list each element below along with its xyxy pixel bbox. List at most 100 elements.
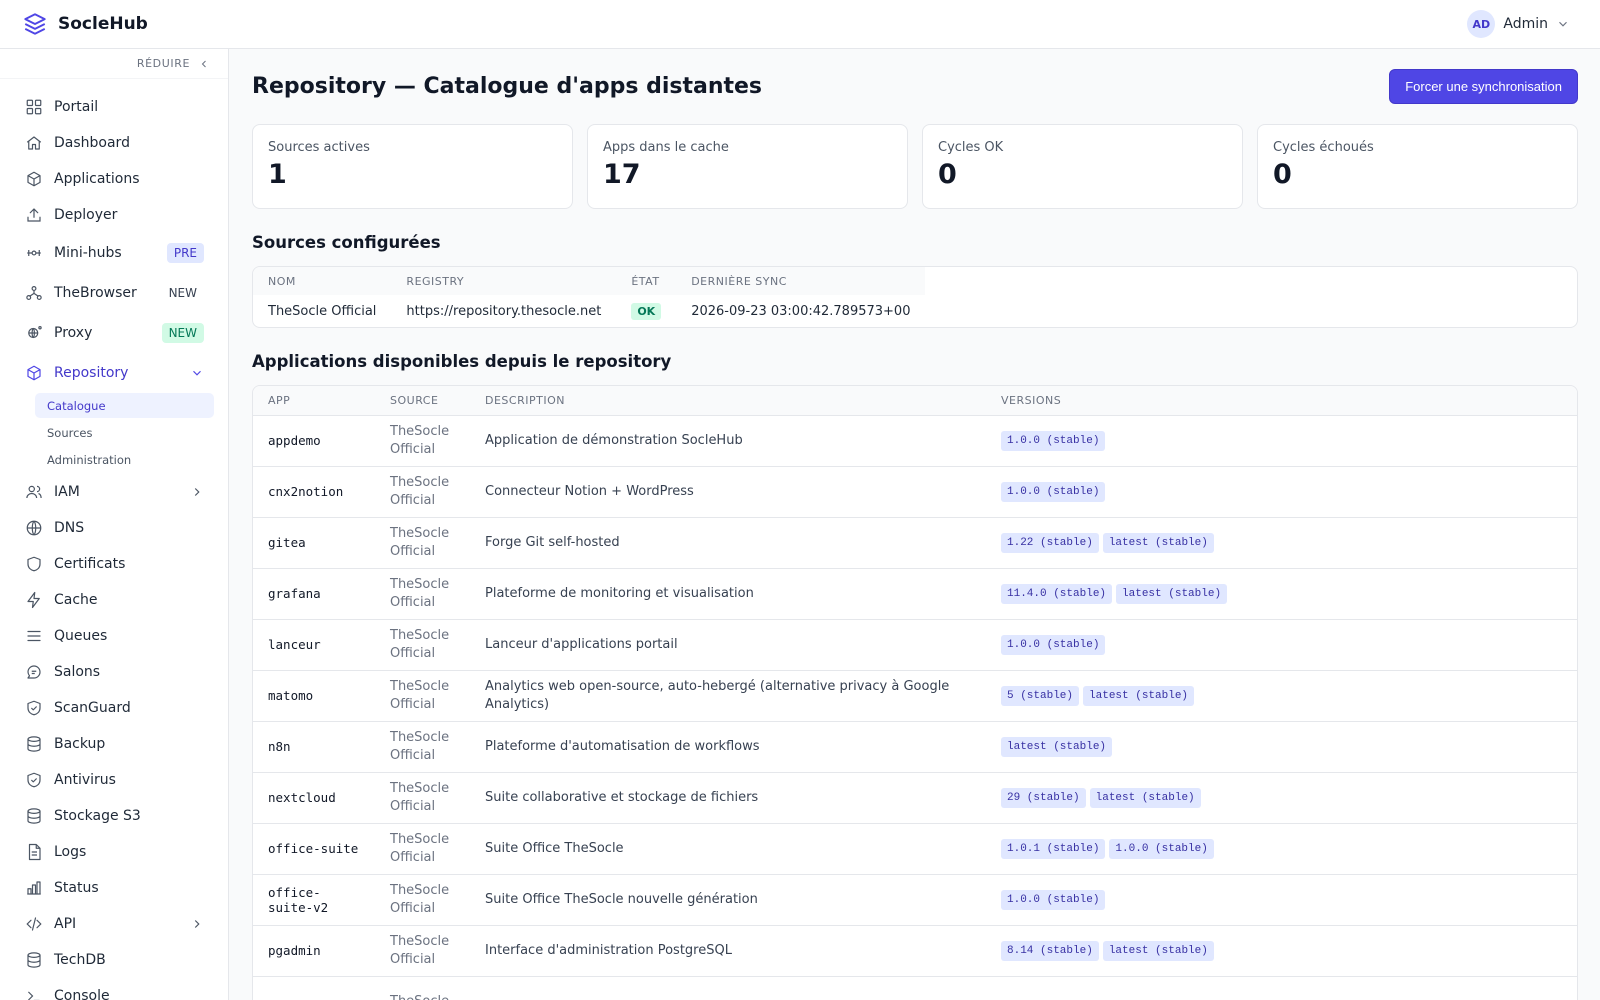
sidebar-item-label: Certificats <box>54 556 126 572</box>
sidebar-item-label: Cache <box>54 592 98 608</box>
table-row[interactable]: nextcloud TheSocle Official Suite collabora… <box>253 772 1577 824</box>
column-header: DERNIÈRE SYNC <box>676 267 926 295</box>
chevron-left-icon <box>198 58 210 70</box>
version-tag: 29 (stable) <box>1001 787 1086 808</box>
version-tag: 1.0.0 (stable) <box>1001 430 1106 451</box>
sidebar-item-console[interactable]: Console <box>0 978 228 1000</box>
force-sync-button[interactable]: Forcer une synchronisation <box>1389 69 1578 104</box>
bar-chart-icon <box>25 879 43 897</box>
sidebar-item-logs[interactable]: Logs <box>0 834 228 870</box>
lightning-icon <box>25 591 43 609</box>
new-badge: NEW <box>168 286 197 300</box>
app-description: Plateforme de monitoring et visualisatio… <box>470 568 986 620</box>
app-versions <box>986 976 1577 1000</box>
sources-section-title: Sources configurées <box>252 233 441 252</box>
sidebar-item-label: API <box>54 916 77 932</box>
app-versions: 29 (stable) latest (stable) <box>986 772 1577 824</box>
app-versions: 8.14 (stable) latest (stable) <box>986 925 1577 977</box>
app-versions: 1.22 (stable) latest (stable) <box>986 517 1577 569</box>
sidebar-item-proxy[interactable]: Proxy NEW <box>0 313 228 353</box>
shield-check-icon <box>25 771 43 789</box>
collapse-sidebar-button[interactable]: RÉDUIRE <box>0 49 228 79</box>
sidebar-item-portail[interactable]: Portail <box>0 89 228 125</box>
sidebar-item-backup[interactable]: Backup <box>0 726 228 762</box>
apps-table-card: APP SOURCE DESCRIPTION VERSIONS appdemo T… <box>252 385 1578 1000</box>
app-description: Lanceur d'applications portail <box>470 619 986 671</box>
stats-row: Sources actives 1 Apps dans le cache 17 … <box>252 124 1578 209</box>
table-row[interactable]: pgadmin TheSocle Official Interface d'admin… <box>253 925 1577 977</box>
sidebar-item-cache[interactable]: Cache <box>0 582 228 618</box>
app-description: Connecteur Notion + WordPress <box>470 466 986 518</box>
brand[interactable]: SocleHub <box>22 11 148 37</box>
app-name: lanceur <box>253 619 375 671</box>
app-source: TheSocle Official <box>375 466 470 518</box>
table-row[interactable]: office-suite TheSocle Official Suite Office… <box>253 823 1577 875</box>
list-icon <box>25 627 43 645</box>
source-line: Official <box>390 543 436 559</box>
sidebar-item-techdb[interactable]: TechDB <box>0 942 228 978</box>
table-row[interactable]: n8n TheSocle Official Plateforme d'automati… <box>253 721 1577 773</box>
version-tag: latest (stable) <box>1089 787 1201 808</box>
source-line: Official <box>390 951 436 967</box>
table-row[interactable]: grafana TheSocle Official Plateforme de mon… <box>253 568 1577 620</box>
source-line: TheSocle <box>390 423 450 439</box>
sidebar-item-mini-hubs[interactable]: Mini-hubs PRE <box>0 233 228 273</box>
sidebar-item-label: Applications <box>54 171 140 187</box>
sources-table-card: NOM REGISTRY ÉTAT DERNIÈRE SYNC TheSocle… <box>252 266 1578 328</box>
sidebar-item-label: Backup <box>54 736 106 752</box>
table-row[interactable]: office-suite-v2 TheSocle Official Suite Off… <box>253 874 1577 926</box>
table-row[interactable]: cnx2notion TheSocle Official Connecteur Not… <box>253 466 1577 518</box>
app-description <box>470 976 986 1000</box>
sidebar-item-thebrowser[interactable]: TheBrowser NEW <box>0 273 228 313</box>
sidebar-item-deployer[interactable]: Deployer <box>0 197 228 233</box>
sidebar-item-label: Stockage S3 <box>54 808 141 824</box>
sidebar-subitem-sources[interactable]: Sources <box>35 420 214 445</box>
globe-icon <box>25 519 43 537</box>
app-name: gitea <box>253 517 375 569</box>
sidebar-subitem-catalogue[interactable]: Catalogue <box>35 393 214 418</box>
stat-label: Cycles échoués <box>1273 140 1374 155</box>
sidebar-item-stockage-s3[interactable]: Stockage S3 <box>0 798 228 834</box>
sidebar-item-antivirus[interactable]: Antivirus <box>0 762 228 798</box>
file-text-icon <box>25 843 43 861</box>
sidebar-item-applications[interactable]: Applications <box>0 161 228 197</box>
sidebar-item-dns[interactable]: DNS <box>0 510 228 546</box>
source-line: Official <box>390 441 436 457</box>
sidebar-item-salons[interactable]: Salons <box>0 654 228 690</box>
source-line: TheSocle <box>390 933 450 949</box>
version-tag: 8.14 (stable) <box>1001 940 1099 961</box>
sidebar-item-label: IAM <box>54 484 80 500</box>
version-tag: latest (stable) <box>1083 685 1195 706</box>
source-line: TheSocle <box>390 627 450 643</box>
status-badge: OK <box>631 302 662 320</box>
sidebar-item-label: ScanGuard <box>54 700 131 716</box>
sidebar-item-repository[interactable]: Repository <box>0 353 228 393</box>
sidebar-item-scanguard[interactable]: ScanGuard <box>0 690 228 726</box>
version-tag: 1.0.0 (stable) <box>1001 481 1106 502</box>
sidebar-item-iam[interactable]: IAM <box>0 474 228 510</box>
table-row[interactable]: gitea TheSocle Official Forge Git self-host… <box>253 517 1577 569</box>
sidebar-item-status[interactable]: Status <box>0 870 228 906</box>
sidebar-item-label: Logs <box>54 844 87 860</box>
stat-label: Apps dans le cache <box>603 140 729 155</box>
sidebar-item-api[interactable]: API <box>0 906 228 942</box>
database-icon <box>25 951 43 969</box>
stat-card: Apps dans le cache 17 <box>587 124 908 209</box>
app-description: Analytics web open-source, auto-hebergé … <box>470 670 986 722</box>
table-row[interactable]: lanceur TheSocle Official Lanceur d'applica… <box>253 619 1577 671</box>
sidebar-subitem-administration[interactable]: Administration <box>35 447 214 472</box>
sidebar-item-dashboard[interactable]: Dashboard <box>0 125 228 161</box>
sidebar-item-label: Mini-hubs <box>54 245 122 261</box>
table-row[interactable]: matomo TheSocle Official Analytics web open… <box>253 670 1577 722</box>
table-row[interactable]: TheSocle <box>253 976 1577 1000</box>
table-row[interactable]: appdemo TheSocle Official Application de dé… <box>253 415 1577 467</box>
sidebar-item-queues[interactable]: Queues <box>0 618 228 654</box>
app-versions: latest (stable) <box>986 721 1577 773</box>
user-menu[interactable]: AD Admin <box>1467 10 1570 38</box>
version-tag: latest (stable) <box>1102 940 1214 961</box>
sidebar-item-certificats[interactable]: Certificats <box>0 546 228 582</box>
app-description: Suite Office TheSocle nouvelle génératio… <box>470 874 986 926</box>
source-line: TheSocle <box>390 678 450 694</box>
stat-card: Cycles OK 0 <box>922 124 1243 209</box>
sidebar-item-label: Deployer <box>54 207 118 223</box>
